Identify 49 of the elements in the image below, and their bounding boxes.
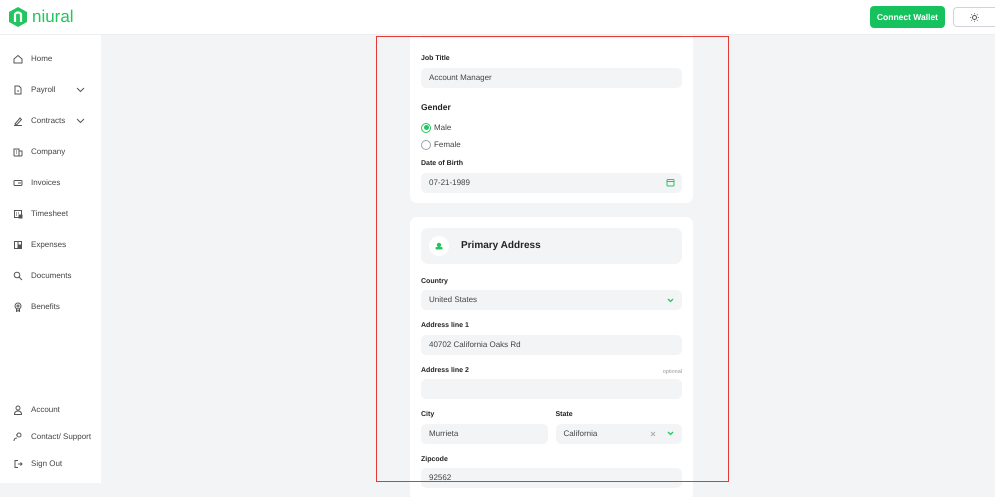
sign-out-icon — [13, 458, 23, 468]
sidebar-item[interactable]: Timesheet — [0, 198, 101, 229]
input-field[interactable]: 40702 California Oaks Rd — [421, 334, 682, 355]
card-icon — [13, 178, 23, 188]
chevron-down-icon — [76, 86, 85, 92]
sidebar-item[interactable]: Expenses — [0, 229, 101, 260]
building-icon — [13, 146, 23, 156]
section-header: Primary Address — [421, 228, 682, 264]
user-icon — [13, 404, 23, 414]
input-field[interactable]: Account Manager — [421, 68, 682, 88]
sidebar-item[interactable]: Account — [0, 396, 101, 423]
wallet-icon — [13, 240, 23, 250]
input-field[interactable]: 92562 — [421, 468, 682, 488]
home-icon — [13, 54, 23, 64]
badge-icon — [13, 302, 23, 312]
search-icon — [13, 270, 23, 280]
chevron-down-icon — [76, 118, 85, 124]
chevron-down-icon[interactable] — [667, 431, 674, 436]
location-icon — [435, 242, 443, 250]
sidebar-item[interactable]: Home — [0, 43, 101, 74]
pen-icon — [13, 116, 23, 126]
sidebar-item[interactable]: Contact/ Support — [0, 423, 101, 450]
radio-label: Female — [434, 138, 461, 151]
sidebar-item[interactable]: Benefits — [0, 291, 101, 322]
sidebar-item[interactable]: Company — [0, 136, 101, 167]
support-icon — [13, 432, 23, 442]
document-icon — [13, 84, 23, 94]
sidebar-item[interactable]: Invoices — [0, 167, 101, 198]
input-field[interactable]: California — [556, 424, 682, 444]
theme-toggle-button[interactable] — [953, 7, 995, 27]
close-icon[interactable] — [650, 430, 656, 437]
calendar-icon — [666, 178, 675, 188]
logo-icon — [8, 6, 28, 28]
gender-label: Gender — [421, 100, 452, 114]
sidebar-item[interactable]: Contracts — [0, 105, 101, 136]
sidebar-item[interactable]: Sign Out — [0, 450, 101, 477]
chevron-down-icon[interactable] — [667, 298, 674, 303]
brand-name: niural — [32, 6, 74, 28]
input-field[interactable] — [421, 35, 682, 38]
sidebar-item[interactable]: Payroll — [0, 74, 101, 105]
input-field[interactable]: Murrieta — [421, 424, 548, 444]
radio-button[interactable] — [421, 122, 431, 133]
radio-label: Male — [434, 122, 452, 134]
input-field[interactable]: 07-21-1989 — [421, 172, 682, 193]
calendar-icon — [13, 208, 23, 218]
input-field[interactable]: United States — [421, 290, 682, 310]
sidebar-item[interactable]: Documents — [0, 260, 101, 291]
radio-button[interactable] — [421, 140, 431, 150]
sun-icon — [970, 12, 979, 22]
